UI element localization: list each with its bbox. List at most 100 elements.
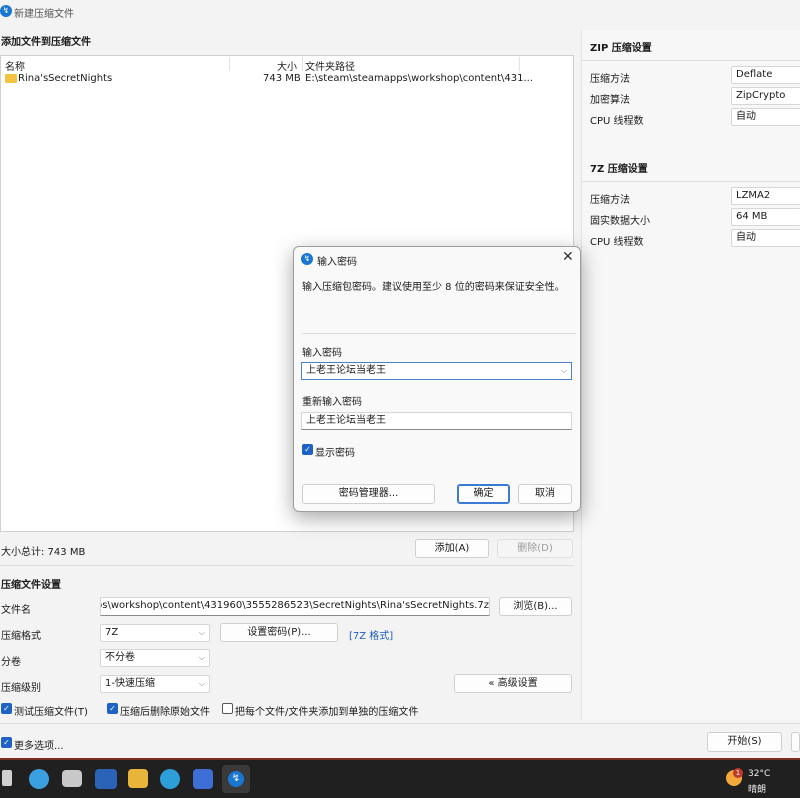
password-combobox[interactable]: 上老王论坛当老王 ⌵ [301, 362, 572, 380]
zip-method-select[interactable]: Deflate [731, 66, 800, 84]
browse-button[interactable]: 浏览(B)... [499, 597, 572, 616]
delete-button[interactable]: 删除(D) [497, 539, 573, 558]
zip-method-value: Deflate [736, 69, 773, 80]
divider [302, 333, 576, 334]
folder-icon [5, 74, 17, 83]
close-button[interactable] [791, 732, 800, 752]
window-title: 新建压缩文件 [14, 9, 74, 20]
repeat-password-label: 重新输入密码 [302, 397, 362, 408]
checkbox-checked-icon[interactable]: ✓ [302, 444, 313, 455]
split-label: 分卷 [1, 657, 21, 668]
zip-encrypt-value: ZipCrypto [736, 90, 786, 101]
file-path: E:\steam\steamapps\workshop\content\431.… [305, 73, 533, 84]
level-value: 1-快速压缩 [105, 678, 155, 689]
keyboard-icon[interactable] [62, 770, 82, 787]
test-archive-label: 测试压缩文件(T) [14, 707, 88, 718]
checkbox-checked-icon[interactable]: ✓ [1, 737, 12, 748]
table-row[interactable]: Rina'sSecretNights 743 MB E:\steam\steam… [1, 71, 573, 87]
filename-value: amapps\workshop\content\431960\355528652… [100, 600, 489, 611]
repeat-password-input[interactable]: 上老王论坛当老王 [301, 412, 572, 430]
temperature: 32°C [748, 769, 771, 779]
app-icon: ↯ [301, 253, 313, 265]
sevenz-method-value: LZMA2 [736, 190, 771, 201]
show-password-option[interactable]: ✓ 显示密码 [302, 443, 362, 459]
format-label: 压缩格式 [1, 631, 41, 642]
total-size: 大小总计: 743 MB [1, 547, 86, 558]
divider [582, 181, 800, 182]
sevenz-cpu-select[interactable]: 自动 [731, 229, 800, 247]
media-icon[interactable] [95, 769, 117, 789]
split-value: 不分卷 [105, 652, 135, 663]
sevenz-solid-select[interactable]: 64 MB [731, 208, 800, 226]
files-section-title: 添加文件到压缩文件 [1, 37, 91, 48]
file-name: Rina'sSecretNights [18, 73, 113, 84]
sevenz-cpu-value: 自动 [736, 232, 756, 243]
delete-after-option[interactable]: ✓ 压缩后删除原始文件 [107, 702, 217, 718]
zip-encrypt-select[interactable]: ZipCrypto [731, 87, 800, 105]
edge-icon[interactable] [160, 769, 180, 789]
start-icon[interactable] [2, 770, 12, 786]
ok-button[interactable]: 确定 [457, 484, 510, 504]
sevenz-cpu-label: CPU 线程数 [590, 237, 644, 248]
level-label: 压缩级别 [1, 683, 41, 694]
chevron-down-icon[interactable]: ⌵ [561, 363, 567, 379]
sevenz-solid-label: 固实数据大小 [590, 216, 650, 227]
notification-badge: 1 [733, 768, 743, 778]
set-password-button[interactable]: 设置密码(P)... [220, 623, 338, 642]
app-icon: ↯ [0, 5, 12, 17]
format-value: 7Z [105, 627, 119, 638]
sevenz-method-select[interactable]: LZMA2 [731, 187, 800, 205]
column-separator [229, 57, 230, 71]
password-label: 输入密码 [302, 348, 342, 359]
delete-after-label: 压缩后删除原始文件 [120, 707, 210, 718]
sevenz-settings-title: 7Z 压缩设置 [590, 164, 648, 175]
divider [582, 60, 800, 61]
taskbar: ↯ 1 32°C 晴朗 [0, 760, 800, 798]
add-button[interactable]: 添加(A) [415, 539, 489, 558]
zip-method-label: 压缩方法 [590, 74, 630, 85]
separate-archives-option[interactable]: 把每个文件/文件夹添加到单独的压缩文件 [222, 702, 422, 718]
sevenz-solid-value: 64 MB [736, 211, 768, 222]
checkbox-checked-icon[interactable]: ✓ [1, 703, 12, 714]
settings-panel: ZIP 压缩设置 压缩方法 Deflate 加密算法 ZipCrypto CPU… [581, 30, 800, 720]
cancel-button[interactable]: 取消 [518, 484, 572, 504]
title-bar: ↯ 新建压缩文件 [0, 0, 800, 22]
zip-settings-title: ZIP 压缩设置 [590, 43, 652, 54]
start-button[interactable]: 开始(S) [707, 732, 782, 752]
close-icon[interactable]: ✕ [562, 249, 574, 265]
divider [0, 565, 574, 566]
chevron-down-icon: ⌵ [198, 628, 205, 637]
column-separator [519, 57, 520, 71]
level-select[interactable]: 1-快速压缩 ⌵ [100, 675, 210, 693]
password-dialog: ↯ 输入密码 ✕ 输入压缩包密码。建议使用至少 8 位的密码来保证安全性。 输入… [293, 246, 581, 512]
more-options-label: 更多选项... [14, 741, 64, 752]
format-link[interactable]: [7Z 格式] [349, 627, 393, 642]
show-password-label: 显示密码 [315, 448, 355, 459]
password-value: 上老王论坛当老王 [306, 365, 386, 376]
chevron-down-icon: ⌵ [198, 653, 205, 662]
app-icon[interactable] [193, 769, 213, 789]
advanced-settings-button[interactable]: « 高级设置 [454, 674, 572, 693]
format-select[interactable]: 7Z ⌵ [100, 624, 210, 642]
compress-section-title: 压缩文件设置 [1, 580, 61, 591]
checkbox-checked-icon[interactable]: ✓ [107, 703, 118, 714]
zip-encrypt-label: 加密算法 [590, 95, 630, 106]
weather-text: 晴朗 [748, 785, 767, 795]
divider [0, 723, 800, 724]
split-select[interactable]: 不分卷 ⌵ [100, 649, 210, 667]
test-archive-option[interactable]: ✓ 测试压缩文件(T) [1, 702, 96, 718]
password-manager-button[interactable]: 密码管理器... [302, 484, 435, 504]
file-size: 743 MB [263, 73, 301, 84]
zip-cpu-label: CPU 线程数 [590, 116, 644, 127]
chevron-down-icon: ⌵ [198, 679, 205, 688]
folder-icon[interactable] [128, 769, 148, 788]
zip-cpu-select[interactable]: 自动 [731, 108, 800, 126]
sevenz-method-label: 压缩方法 [590, 195, 630, 206]
checkbox-unchecked-icon[interactable] [222, 703, 233, 714]
separate-archives-label: 把每个文件/文件夹添加到单独的压缩文件 [235, 707, 419, 718]
browser-icon[interactable] [29, 769, 49, 789]
active-app-slot[interactable]: ↯ [222, 765, 250, 793]
filename-input[interactable]: amapps\workshop\content\431960\355528652… [100, 597, 490, 616]
more-options-toggle[interactable]: ✓ 更多选项... [1, 736, 71, 752]
repeat-password-value: 上老王论坛当老王 [306, 415, 386, 426]
